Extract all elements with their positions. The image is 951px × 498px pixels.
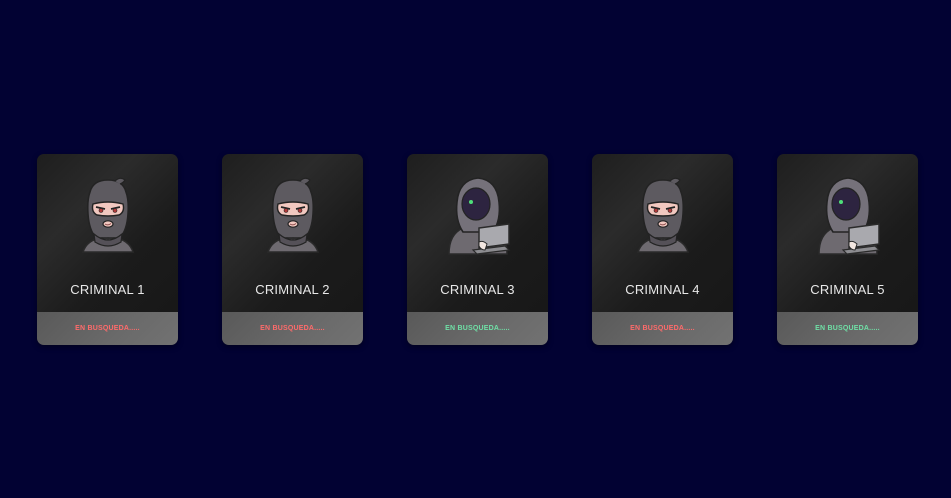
status-text: EN BUSQUEDA..... [630,325,695,332]
masked-robber-icon [258,174,328,260]
criminal-card-5[interactable]: CRIMINAL 5 EN BUSQUEDA..... [777,154,918,345]
masked-robber-icon [73,174,143,260]
status-text: EN BUSQUEDA..... [445,325,510,332]
masked-robber-icon [628,174,698,260]
criminal-name: CRIMINAL 4 [625,282,700,297]
criminal-card-row: CRIMINAL 1 EN BUSQUEDA..... CRIMINAL 2 E… [37,154,918,345]
criminal-card-1[interactable]: CRIMINAL 1 EN BUSQUEDA..... [37,154,178,345]
hooded-hacker-icon [443,174,513,260]
criminal-card-3[interactable]: CRIMINAL 3 EN BUSQUEDA..... [407,154,548,345]
criminal-card-2[interactable]: CRIMINAL 2 EN BUSQUEDA..... [222,154,363,345]
criminal-name: CRIMINAL 2 [255,282,330,297]
card-status-bar: EN BUSQUEDA..... [222,312,363,345]
criminal-name: CRIMINAL 3 [440,282,515,297]
card-status-bar: EN BUSQUEDA..... [407,312,548,345]
card-status-bar: EN BUSQUEDA..... [37,312,178,345]
criminal-name: CRIMINAL 5 [810,282,885,297]
status-text: EN BUSQUEDA..... [260,325,325,332]
status-text: EN BUSQUEDA..... [815,325,880,332]
card-status-bar: EN BUSQUEDA..... [592,312,733,345]
status-text: EN BUSQUEDA..... [75,325,140,332]
criminal-card-4[interactable]: CRIMINAL 4 EN BUSQUEDA..... [592,154,733,345]
criminal-name: CRIMINAL 1 [70,282,145,297]
card-status-bar: EN BUSQUEDA..... [777,312,918,345]
hooded-hacker-icon [813,174,883,260]
